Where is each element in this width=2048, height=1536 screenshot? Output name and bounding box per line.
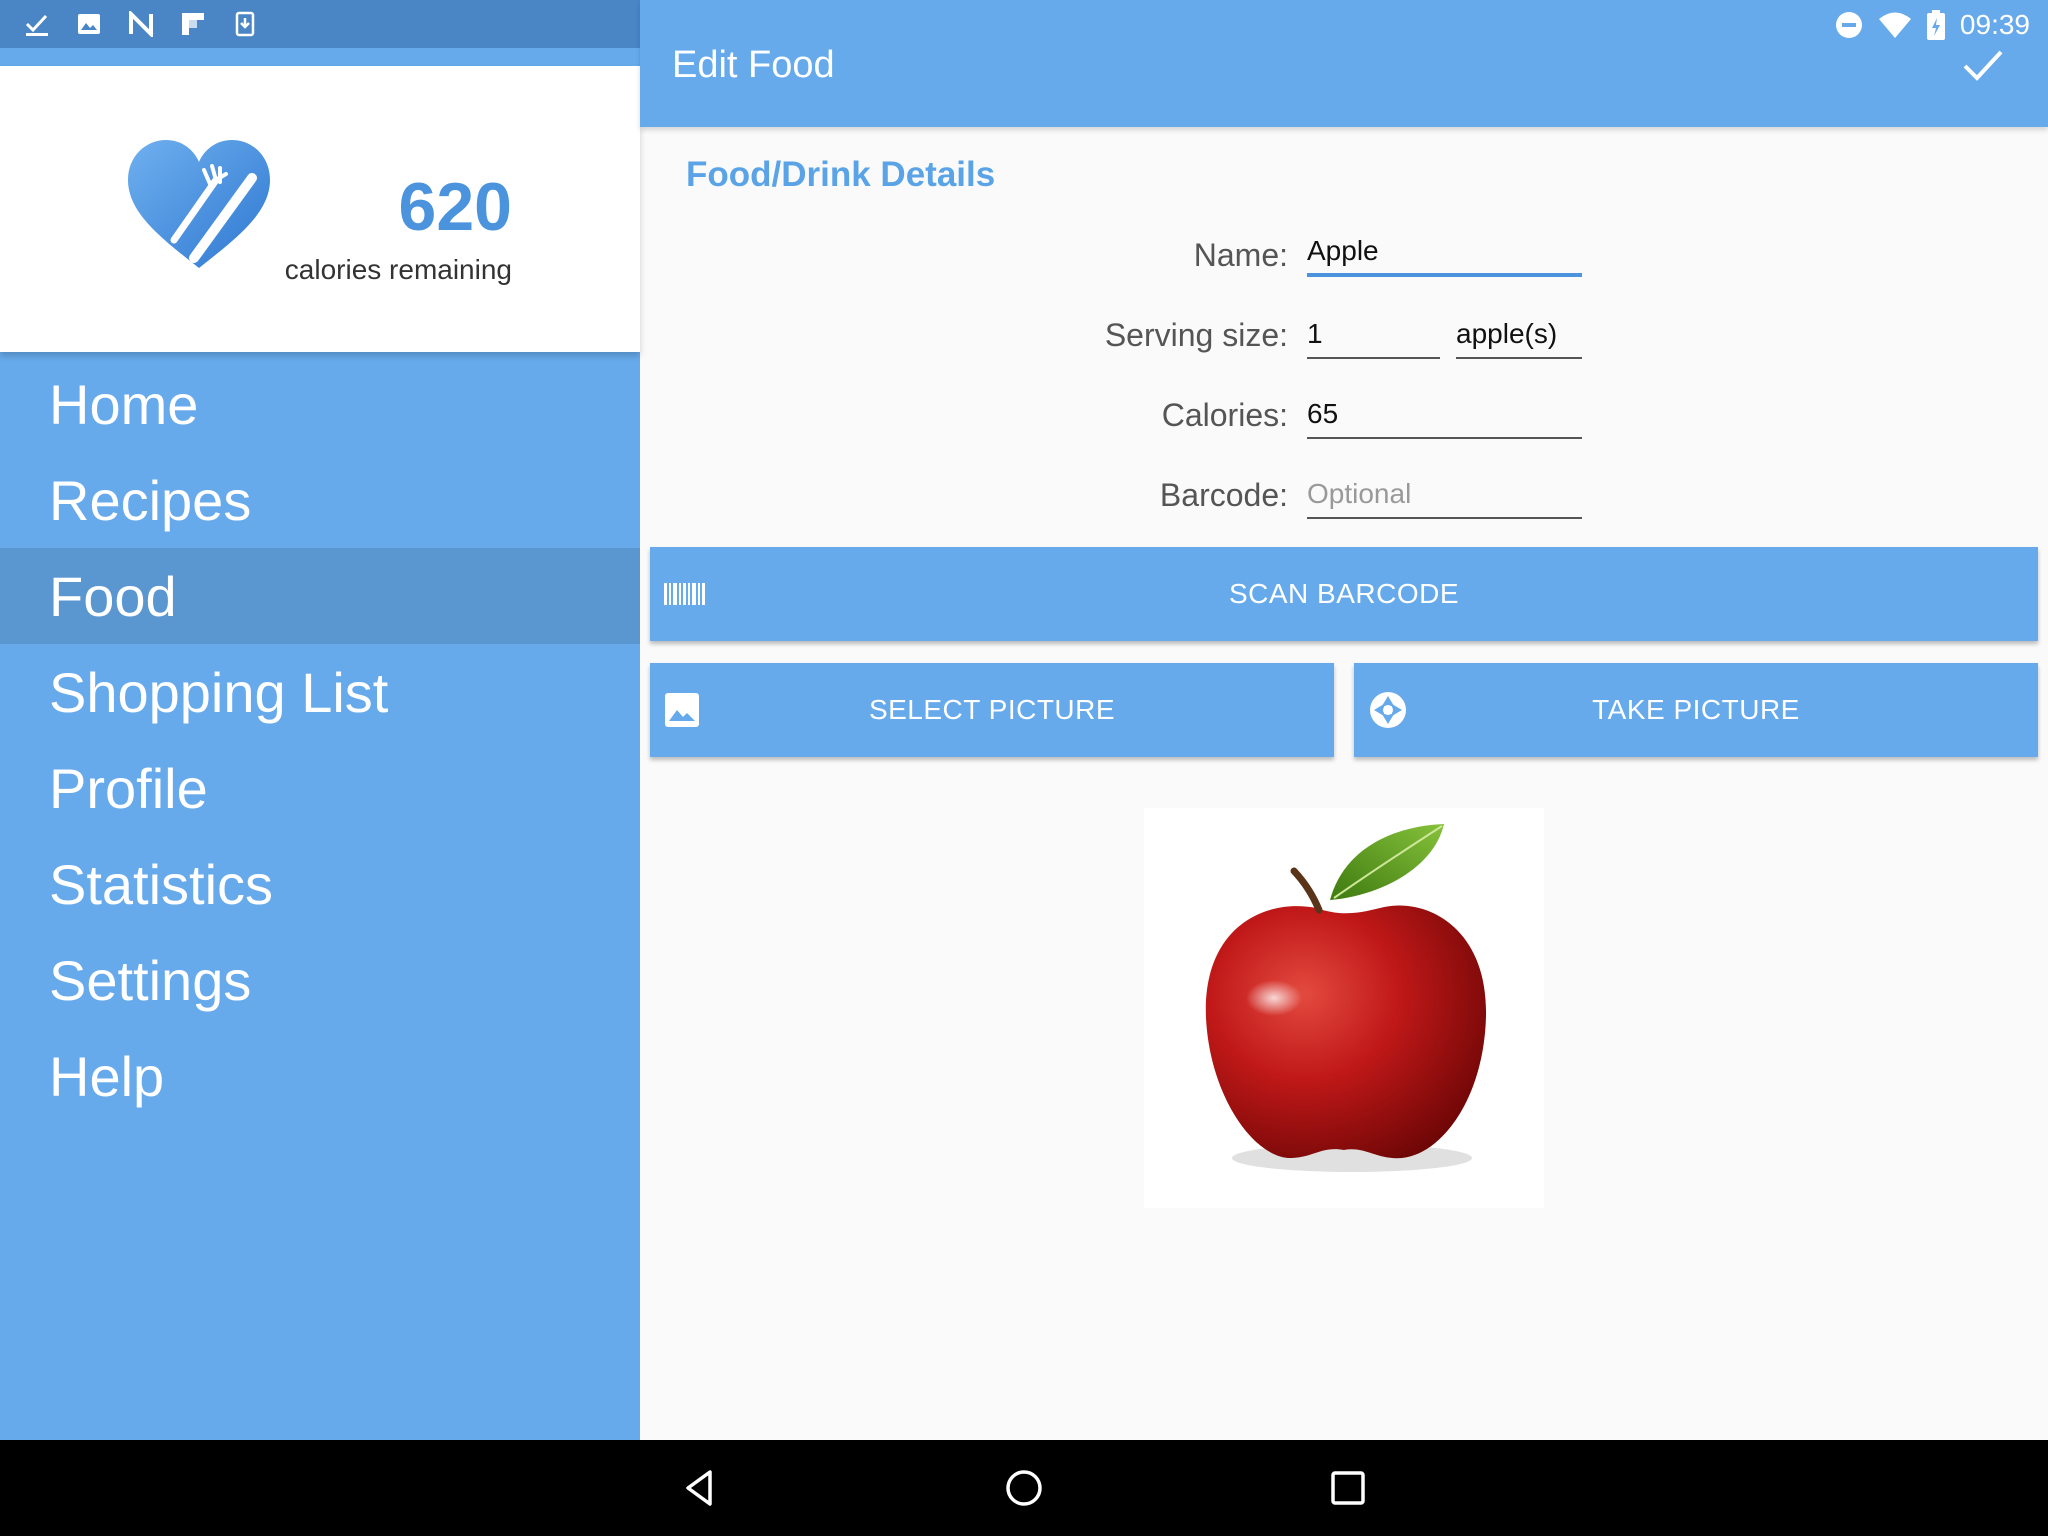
save-check-icon[interactable] xyxy=(1962,48,2004,82)
section-title: Food/Drink Details xyxy=(686,155,996,194)
select-picture-button[interactable]: SELECT PICTURE xyxy=(650,663,1334,757)
name-label: Name: xyxy=(1193,237,1288,273)
battery-icon xyxy=(1926,10,1945,40)
back-icon[interactable] xyxy=(680,1468,720,1508)
barcode-icon xyxy=(664,583,705,605)
nav-item-shopping-list[interactable]: Shopping List xyxy=(0,644,640,740)
page-title: Edit Food xyxy=(672,44,835,86)
take-picture-label: TAKE PICTURE xyxy=(1592,694,1800,725)
nav-item-statistics[interactable]: Statistics xyxy=(0,836,640,932)
n-icon xyxy=(129,11,153,37)
status-bar xyxy=(0,0,640,48)
clock: 09:39 xyxy=(1959,9,2030,40)
serving-size-label: Serving size: xyxy=(1104,317,1288,353)
nav-item-settings[interactable]: Settings xyxy=(0,932,640,1028)
camera-shutter-icon xyxy=(1370,692,1406,728)
wifi-icon xyxy=(1878,12,1911,38)
select-picture-label: SELECT PICTURE xyxy=(868,694,1116,725)
nav-item-profile[interactable]: Profile xyxy=(0,740,640,836)
check-icon xyxy=(25,14,48,36)
download-icon xyxy=(235,11,255,37)
serving-size-input[interactable] xyxy=(1307,315,1440,359)
nav-item-food[interactable]: Food xyxy=(0,548,640,644)
serving-unit-input[interactable] xyxy=(1456,315,1582,359)
image-icon xyxy=(665,693,699,727)
drawer-menu: Home Recipes Food Shopping List Profile … xyxy=(0,356,640,1124)
barcode-input[interactable] xyxy=(1307,475,1582,519)
recents-square-icon[interactable] xyxy=(1328,1468,1368,1508)
do-not-disturb-icon xyxy=(1835,12,1862,38)
navigation-drawer: 620 calories remaining Home Recipes Food… xyxy=(0,48,640,1440)
scan-barcode-button[interactable]: SCAN BARCODE xyxy=(650,547,2038,641)
calories-remaining-value: 620 xyxy=(398,169,512,245)
image-icon xyxy=(78,14,100,34)
nav-item-home[interactable]: Home xyxy=(0,356,640,452)
drawer-header: 620 calories remaining xyxy=(0,66,640,352)
home-circle-icon[interactable] xyxy=(1004,1468,1044,1508)
scan-barcode-label: SCAN BARCODE xyxy=(1228,578,1460,609)
calories-input[interactable] xyxy=(1307,395,1582,439)
flipboard-icon xyxy=(182,13,204,35)
heart-fork-knife-logo-icon xyxy=(128,140,270,268)
nav-item-help[interactable]: Help xyxy=(0,1028,640,1124)
system-navigation-bar xyxy=(0,1440,2048,1536)
edit-food-form: Food/Drink Details Name: Serving size: C… xyxy=(640,127,2048,1440)
barcode-label: Barcode: xyxy=(1159,477,1288,513)
calories-label: Calories: xyxy=(1161,397,1288,433)
food-photo-apple xyxy=(1144,808,1544,1208)
name-input[interactable] xyxy=(1307,233,1582,277)
calories-remaining-label: calories remaining xyxy=(284,254,512,285)
nav-item-recipes[interactable]: Recipes xyxy=(0,452,640,548)
take-picture-button[interactable]: TAKE PICTURE xyxy=(1354,663,2038,757)
status-bar-right: 09:39 xyxy=(1834,8,2030,42)
